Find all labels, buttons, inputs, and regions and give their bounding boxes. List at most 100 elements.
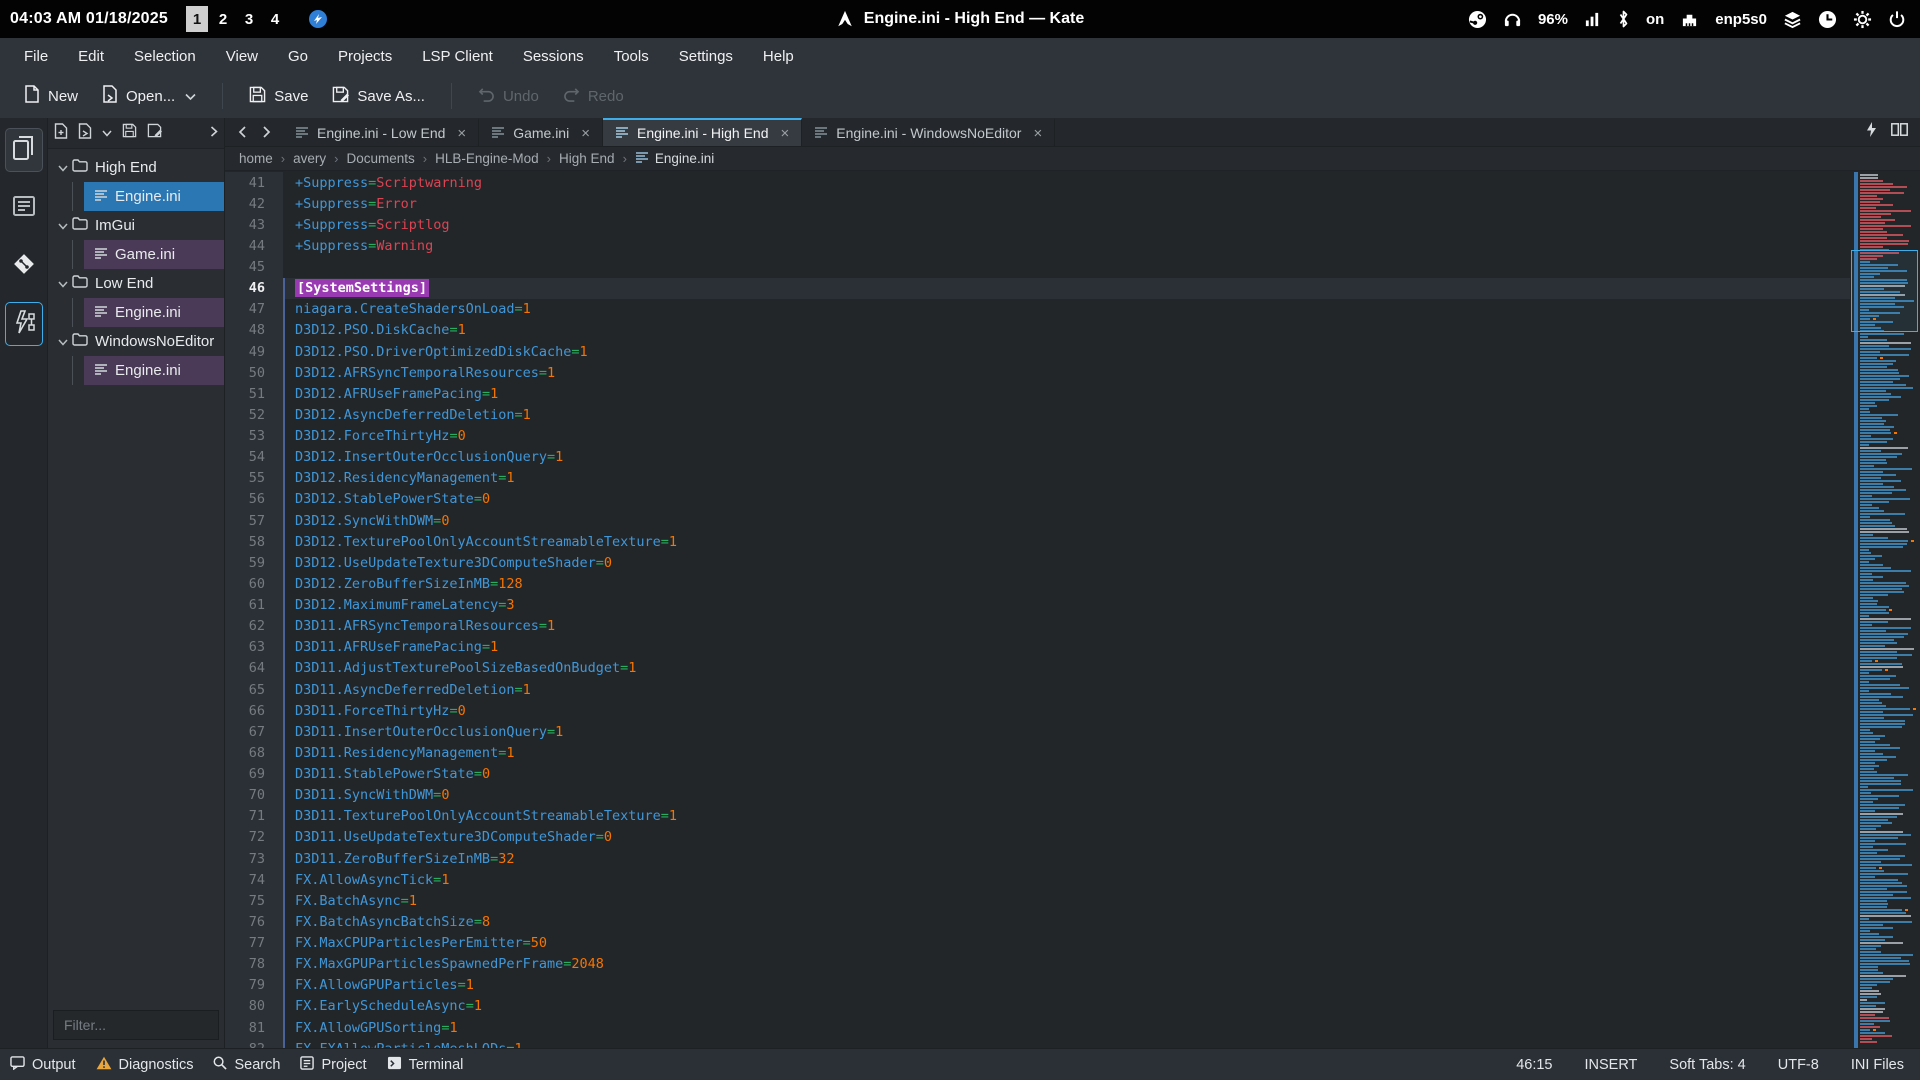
battery-percent[interactable]: 96% bbox=[1538, 11, 1568, 28]
bluetooth-status[interactable]: on bbox=[1646, 11, 1664, 28]
code-line-72[interactable]: 72D3D11.UseUpdateTexture3DComputeShader=… bbox=[225, 827, 1850, 848]
filter-input[interactable] bbox=[53, 1010, 219, 1040]
code-line-77[interactable]: 77FX.MaxCPUParticlesPerEmitter=50 bbox=[225, 933, 1850, 954]
code-line-75[interactable]: 75FX.BatchAsync=1 bbox=[225, 890, 1850, 911]
code-line-57[interactable]: 57D3D12.SyncWithDWM=0 bbox=[225, 510, 1850, 531]
code-line-53[interactable]: 53D3D12.ForceThirtyHz=0 bbox=[225, 426, 1850, 447]
tab-scroll-right-icon[interactable] bbox=[255, 121, 277, 143]
code-line-74[interactable]: 74FX.AllowAsyncTick=1 bbox=[225, 869, 1850, 890]
output-panel-button[interactable]: Output bbox=[10, 1056, 76, 1074]
tab-scroll-left-icon[interactable] bbox=[231, 121, 253, 143]
tree-file-engine-ini[interactable]: Engine.ini bbox=[48, 182, 224, 211]
code-line-68[interactable]: 68D3D11.ResidencyManagement=1 bbox=[225, 742, 1850, 763]
tree-file-engine-ini[interactable]: Engine.ini bbox=[48, 356, 224, 385]
sidebar-open-chevron-icon[interactable] bbox=[102, 124, 112, 142]
menu-settings[interactable]: Settings bbox=[667, 42, 745, 71]
redo-button[interactable]: Redo bbox=[553, 80, 634, 113]
tree-folder-high-end[interactable]: High End bbox=[48, 153, 224, 182]
input-mode[interactable]: INSERT bbox=[1585, 1057, 1638, 1073]
chevron-down-icon[interactable] bbox=[54, 217, 72, 234]
code-line-66[interactable]: 66D3D11.ForceThirtyHz=0 bbox=[225, 700, 1850, 721]
code-line-67[interactable]: 67D3D11.InsertOuterOcclusionQuery=1 bbox=[225, 721, 1850, 742]
encoding[interactable]: UTF-8 bbox=[1778, 1057, 1819, 1073]
code-view[interactable]: 41+Suppress=Scriptwarning42+Suppress=Err… bbox=[225, 172, 1850, 1048]
code-line-82[interactable]: 82FX.FXAllowParticleMeshLODs=1 bbox=[225, 1038, 1850, 1048]
menu-sessions[interactable]: Sessions bbox=[511, 42, 596, 71]
clock-icon[interactable] bbox=[1818, 10, 1837, 29]
code-line-58[interactable]: 58D3D12.TexturePoolOnlyAccountStreamable… bbox=[225, 531, 1850, 552]
menu-selection[interactable]: Selection bbox=[122, 42, 208, 71]
sidebar-open-file-icon[interactable] bbox=[78, 123, 92, 144]
chevron-down-icon[interactable] bbox=[54, 333, 72, 350]
symbol-outline-button[interactable] bbox=[5, 186, 43, 230]
cursor-position[interactable]: 46:15 bbox=[1516, 1057, 1552, 1073]
code-line-46[interactable]: 46[SystemSettings] bbox=[225, 278, 1850, 299]
tray-app-icon[interactable] bbox=[308, 9, 328, 29]
code-line-44[interactable]: 44+Suppress=Warning bbox=[225, 235, 1850, 256]
breadcrumb-item-avery[interactable]: avery bbox=[293, 151, 326, 166]
code-line-50[interactable]: 50D3D12.AFRSyncTemporalResources=1 bbox=[225, 362, 1850, 383]
split-view-icon[interactable] bbox=[1891, 123, 1908, 141]
code-line-73[interactable]: 73D3D11.ZeroBufferSizeInMB=32 bbox=[225, 848, 1850, 869]
menu-edit[interactable]: Edit bbox=[66, 42, 116, 71]
code-line-45[interactable]: 45 bbox=[225, 257, 1850, 278]
menu-go[interactable]: Go bbox=[276, 42, 320, 71]
undo-button[interactable]: Undo bbox=[468, 80, 549, 113]
workspace-4[interactable]: 4 bbox=[264, 6, 286, 32]
code-line-48[interactable]: 48D3D12.PSO.DiskCache=1 bbox=[225, 320, 1850, 341]
menu-help[interactable]: Help bbox=[751, 42, 806, 71]
steam-icon[interactable] bbox=[1468, 10, 1487, 29]
code-line-55[interactable]: 55D3D12.ResidencyManagement=1 bbox=[225, 468, 1850, 489]
sidebar-overflow-icon[interactable] bbox=[210, 124, 218, 142]
save-as-button[interactable]: Save As... bbox=[322, 79, 435, 114]
workspace-1[interactable]: 1 bbox=[186, 6, 208, 32]
tree-folder-imgui[interactable]: ImGui bbox=[48, 211, 224, 240]
menu-lsp-client[interactable]: LSP Client bbox=[410, 42, 505, 71]
code-line-70[interactable]: 70D3D11.SyncWithDWM=0 bbox=[225, 785, 1850, 806]
breadcrumb-item-high-end[interactable]: High End bbox=[559, 151, 615, 166]
code-line-43[interactable]: 43+Suppress=Scriptlog bbox=[225, 214, 1850, 235]
tab-close-icon[interactable]: × bbox=[1033, 125, 1042, 142]
code-line-56[interactable]: 56D3D12.StablePowerState=0 bbox=[225, 489, 1850, 510]
lsp-client-button[interactable] bbox=[5, 302, 43, 346]
menu-view[interactable]: View bbox=[214, 42, 270, 71]
code-line-64[interactable]: 64D3D11.AdjustTexturePoolSizeBasedOnBudg… bbox=[225, 658, 1850, 679]
code-line-81[interactable]: 81FX.AllowGPUSorting=1 bbox=[225, 1017, 1850, 1038]
code-line-41[interactable]: 41+Suppress=Scriptwarning bbox=[225, 172, 1850, 193]
search-panel-button[interactable]: Search bbox=[213, 1056, 280, 1074]
code-line-54[interactable]: 54D3D12.InsertOuterOcclusionQuery=1 bbox=[225, 447, 1850, 468]
tree-file-engine-ini[interactable]: Engine.ini bbox=[48, 298, 224, 327]
network-label[interactable]: enp5s0 bbox=[1715, 11, 1767, 28]
volume-bars-icon[interactable] bbox=[1584, 11, 1601, 28]
code-line-69[interactable]: 69D3D11.StablePowerState=0 bbox=[225, 764, 1850, 785]
code-line-80[interactable]: 80FX.EarlyScheduleAsync=1 bbox=[225, 996, 1850, 1017]
code-line-42[interactable]: 42+Suppress=Error bbox=[225, 193, 1850, 214]
tree-file-game-ini[interactable]: Game.ini bbox=[48, 240, 224, 269]
chevron-down-icon[interactable] bbox=[185, 88, 196, 105]
code-line-78[interactable]: 78FX.MaxGPUParticlesSpawnedPerFrame=2048 bbox=[225, 954, 1850, 975]
save-button[interactable]: Save bbox=[239, 79, 318, 114]
filetype[interactable]: INI Files bbox=[1851, 1057, 1904, 1073]
power-icon[interactable] bbox=[1888, 10, 1906, 28]
code-line-52[interactable]: 52D3D12.AsyncDeferredDeletion=1 bbox=[225, 404, 1850, 425]
tab-engine-ini-windowsnoeditor[interactable]: Engine.ini - WindowsNoEditor× bbox=[802, 118, 1055, 146]
workspace-3[interactable]: 3 bbox=[238, 6, 260, 32]
chevron-down-icon[interactable] bbox=[54, 159, 72, 176]
sidebar-save-icon[interactable] bbox=[122, 123, 137, 143]
tab-close-icon[interactable]: × bbox=[457, 125, 466, 142]
sidebar-new-file-icon[interactable] bbox=[54, 123, 68, 144]
headset-icon[interactable] bbox=[1503, 10, 1522, 29]
git-panel-button[interactable] bbox=[5, 244, 43, 288]
chevron-down-icon[interactable] bbox=[54, 275, 72, 292]
code-line-63[interactable]: 63D3D11.AFRUseFramePacing=1 bbox=[225, 637, 1850, 658]
code-line-61[interactable]: 61D3D12.MaximumFrameLatency=3 bbox=[225, 595, 1850, 616]
minimap-scrollbar[interactable] bbox=[1850, 172, 1920, 1048]
breadcrumb-item-documents[interactable]: Documents bbox=[346, 151, 414, 166]
bluetooth-icon[interactable] bbox=[1617, 10, 1630, 28]
terminal-panel-button[interactable]: Terminal bbox=[387, 1056, 464, 1074]
tab-mode[interactable]: Soft Tabs: 4 bbox=[1669, 1057, 1745, 1073]
tree-folder-windowsnoeditor[interactable]: WindowsNoEditor bbox=[48, 327, 224, 356]
code-line-71[interactable]: 71D3D11.TexturePoolOnlyAccountStreamable… bbox=[225, 806, 1850, 827]
tab-close-icon[interactable]: × bbox=[781, 125, 790, 142]
code-line-51[interactable]: 51D3D12.AFRUseFramePacing=1 bbox=[225, 383, 1850, 404]
